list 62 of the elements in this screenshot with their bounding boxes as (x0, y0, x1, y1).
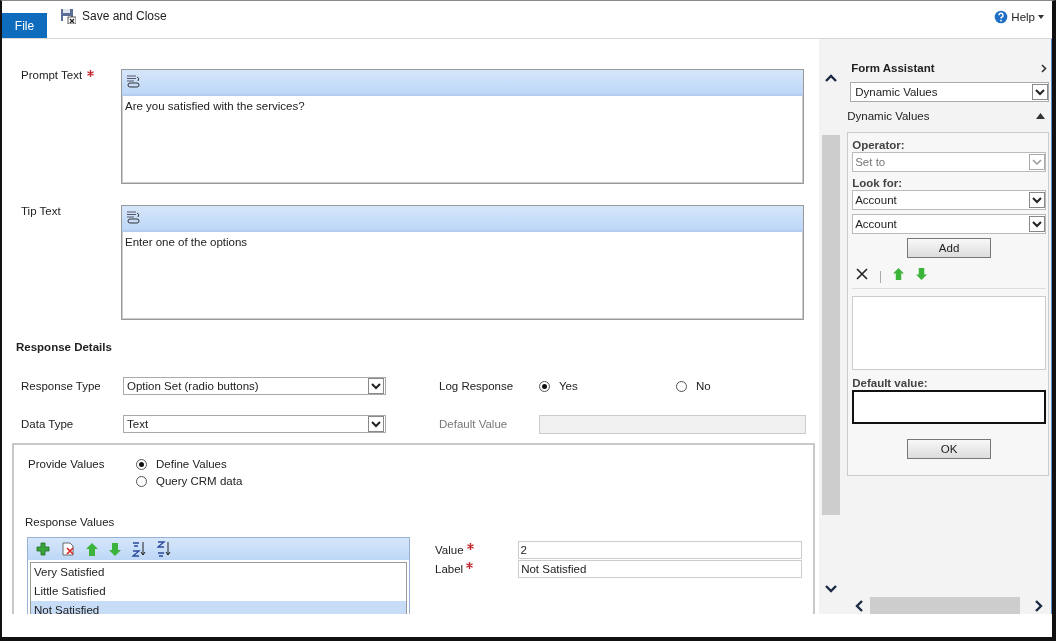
field-label: Data Type (20, 418, 75, 430)
section-heading: Response Details (16, 341, 113, 355)
vertical-scrollbar[interactable] (819, 39, 844, 614)
option-label: Query CRM data (156, 475, 243, 487)
look-for-dropdown[interactable]: Account (852, 190, 1046, 210)
assistant-dropdown[interactable]: Dynamic Values (850, 82, 1049, 102)
section-title: Dynamic Values (847, 110, 930, 122)
rich-text-editor[interactable]: Are you satisfied with the services? (121, 69, 804, 184)
help-icon (994, 10, 1009, 24)
chevron-down-icon (368, 416, 384, 432)
close-icon[interactable] (856, 268, 869, 280)
field-label: Response Type (20, 380, 102, 392)
field-label: Tip Text (21, 205, 61, 217)
option-label: Define Values (156, 458, 227, 470)
text-format-icon (126, 74, 142, 89)
ok-button[interactable]: OK (907, 439, 992, 459)
chevron-down-icon (368, 378, 384, 394)
option-label: Yes (559, 380, 578, 392)
data-type-dropdown[interactable]: Text (123, 415, 386, 433)
list-item[interactable]: Little Satisfied (31, 582, 406, 601)
field-label: Default Value (439, 418, 509, 430)
save-and-close-button[interactable]: Save and Close (60, 8, 167, 24)
field-label: Provide Values (27, 458, 106, 472)
field-label: Label (435, 563, 464, 575)
sort-ascending-icon[interactable] (132, 541, 146, 557)
field-label: Default value: (852, 377, 929, 389)
response-type-dropdown[interactable]: Option Set (radio buttons) (123, 377, 386, 395)
text-value: Are you satisfied with the services? (124, 99, 306, 114)
chevron-right-icon[interactable] (1041, 63, 1047, 73)
caret-icon (1038, 15, 1044, 19)
field-label: Prompt Text (21, 69, 83, 81)
chevron-up-icon (825, 74, 838, 82)
chevron-right-icon (1035, 599, 1043, 612)
text-field[interactable]: Not Satisfied (518, 560, 803, 578)
field-label: Response Values (25, 516, 116, 528)
sort-descending-icon[interactable] (157, 541, 171, 557)
collapse-icon[interactable] (1036, 113, 1045, 119)
panel-title: Form Assistant (851, 62, 935, 74)
add-button[interactable]: Add (907, 238, 992, 258)
look-for-dropdown[interactable]: Account (852, 214, 1046, 234)
field-label: Operator: (852, 139, 906, 151)
chevron-down-icon (825, 585, 838, 593)
field-label: Value (435, 544, 464, 556)
default-value-field[interactable] (852, 390, 1046, 424)
field-label: Look for: (852, 177, 904, 189)
text-field[interactable]: 2 (517, 541, 802, 559)
chevron-down-icon (1029, 154, 1045, 170)
list-item[interactable]: Not Satisfied (31, 601, 406, 614)
text-value: Enter one of the options (124, 235, 249, 250)
chevron-down-icon (1032, 84, 1048, 100)
help-button[interactable]: Help (994, 10, 1044, 24)
rich-text-editor[interactable]: Enter one of the options (121, 205, 804, 320)
text-format-icon (126, 210, 142, 225)
chevron-down-icon (1029, 192, 1045, 208)
chevron-left-icon (855, 599, 864, 612)
add-icon[interactable] (36, 542, 50, 556)
option-label: No (696, 380, 711, 392)
chevron-down-icon (1029, 216, 1045, 232)
file-tab[interactable]: File (2, 13, 47, 38)
list-item[interactable]: Very Satisfied (31, 563, 406, 582)
delete-icon[interactable] (61, 542, 75, 556)
field-label: Log Response (439, 380, 515, 392)
